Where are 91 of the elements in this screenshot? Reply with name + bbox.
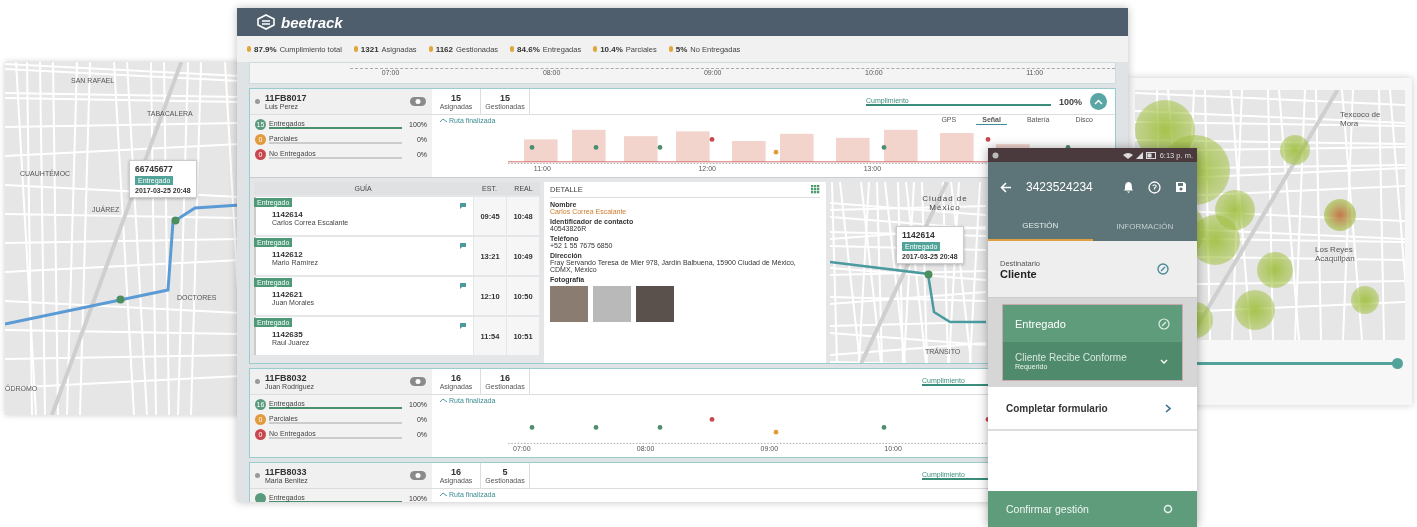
stop-marker (171, 216, 180, 225)
toggle-icon[interactable] (410, 97, 426, 106)
activity-bar (780, 133, 814, 162)
stat-value: 87.9% (254, 44, 277, 54)
activity-bar (624, 136, 658, 162)
activity-bar (732, 141, 766, 162)
wifi-icon (1122, 151, 1133, 159)
guide-id: 1142614 (272, 210, 304, 219)
gear-icon (1162, 504, 1173, 514)
event-dot (529, 145, 535, 150)
chevron-down-icon (1160, 358, 1168, 364)
event-dot (881, 145, 887, 150)
slider-thumb[interactable] (1392, 358, 1403, 369)
stat-value: 10.4% (600, 44, 623, 54)
event-dot (985, 137, 991, 142)
collapse-button[interactable] (1090, 93, 1107, 110)
message-icon (459, 242, 467, 249)
route-icon (440, 491, 447, 497)
order-number: 3423524234 (1026, 180, 1094, 194)
message-icon (459, 282, 467, 289)
event-dot (593, 425, 599, 430)
stat-value: 84.6% (517, 44, 540, 54)
place-label: Los Reyes Acaquilpan (1315, 245, 1356, 263)
activity-bar (572, 129, 606, 162)
brand-name: beetrack (281, 13, 343, 31)
activity-bar (940, 133, 974, 162)
bell-icon[interactable] (1123, 181, 1134, 193)
route-id: 11FB8033 (265, 467, 308, 477)
check-circle-icon (1157, 263, 1169, 275)
count-value: 16 (500, 373, 510, 383)
android-icon (992, 151, 999, 159)
place-label: Texcoco de Mora (1340, 110, 1382, 128)
event-dot (709, 417, 715, 422)
status-dot-icon (255, 379, 260, 384)
check-circle-icon (1158, 317, 1170, 330)
delivery-id: 1142614 (902, 230, 935, 240)
stop-marker (116, 295, 125, 304)
status-dot-icon (255, 99, 260, 104)
link-label: Completar formulario (1006, 402, 1108, 414)
activity-bar (676, 131, 710, 162)
toggle-icon[interactable] (410, 471, 426, 480)
stat-value: 1321 (360, 44, 379, 54)
field-value: Cliente (1000, 267, 1038, 280)
route-id: 11FB8017 (265, 93, 308, 103)
guide-id: 1142621 (272, 290, 304, 299)
count-value: 5 (502, 467, 508, 477)
event-dot (709, 137, 715, 142)
activity-bar (836, 137, 870, 162)
guide-id: 1142612 (272, 250, 304, 259)
event-dot (773, 429, 779, 435)
event-dot (773, 149, 779, 155)
guide-id: 1142635 (272, 330, 304, 339)
chevron-right-icon (1165, 403, 1171, 413)
route-icon (440, 397, 447, 403)
signal-icon (1135, 151, 1143, 159)
route-id: 11FB8032 (265, 373, 308, 383)
activity-bar (524, 139, 558, 162)
activity-bar (884, 129, 918, 162)
stop-marker (924, 270, 933, 279)
message-icon (459, 322, 467, 329)
status-dot-icon (255, 473, 260, 478)
event-dot (657, 425, 663, 430)
city-label: Ciudad de México (921, 194, 969, 212)
grid-icon[interactable] (811, 185, 820, 194)
photo-placeholder (550, 286, 588, 322)
back-arrow-icon[interactable] (1000, 181, 1012, 193)
photo-placeholder (636, 286, 674, 322)
chevron-icon (1094, 98, 1103, 105)
event-dot (593, 145, 599, 150)
event-dot (657, 145, 663, 150)
compliance-percent: 100% (1058, 96, 1082, 107)
save-icon[interactable] (1175, 181, 1187, 193)
count-value: 16 (451, 373, 461, 383)
substatus-label: Cliente Recibe Conforme (1015, 352, 1127, 363)
event-dot (881, 425, 887, 430)
stat-value: 1162 (435, 44, 453, 54)
message-icon (459, 202, 467, 209)
form-link[interactable]: Completar formulario (988, 387, 1197, 431)
delivery-id: 66745677 (135, 164, 173, 174)
count-value: 16 (451, 467, 461, 477)
status-label: Entregado (1015, 317, 1066, 330)
event-dot (529, 425, 535, 430)
stat-value: 5% (675, 44, 688, 54)
count-value: 15 (500, 93, 510, 103)
battery-icon (1145, 151, 1157, 159)
help-icon[interactable] (1148, 180, 1161, 194)
route-icon (440, 117, 447, 123)
count-value: 15 (451, 93, 461, 103)
photo-placeholder (593, 286, 631, 322)
hexagon-logo-icon (257, 14, 275, 30)
toggle-icon[interactable] (410, 377, 426, 386)
